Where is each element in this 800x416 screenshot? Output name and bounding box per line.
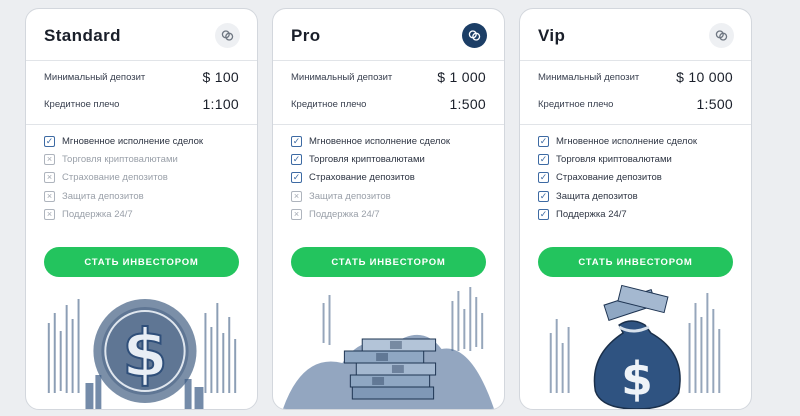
cross-icon: × [44, 172, 55, 184]
svg-text:$: $ [122, 316, 168, 392]
feature-label: Защита депозитов [62, 190, 144, 202]
feature-list: ✓ Мгновенное исполнение сделок × Торговля … [44, 132, 203, 223]
leverage-value: 1:500 [449, 96, 486, 112]
divider [273, 124, 504, 125]
leverage-row: Кредитное плечо 1:500 [291, 94, 486, 114]
feature-list: ✓ Мгновенное исполнение сделок ✓ Торговля … [291, 132, 450, 223]
become-investor-button[interactable]: СТАТЬ ИНВЕСТОРОМ [44, 247, 239, 277]
become-investor-button[interactable]: СТАТЬ ИНВЕСТОРОМ [291, 247, 486, 277]
min-deposit-row: Минимальный депозит $ 100 [44, 67, 239, 87]
plan-header: Vip [520, 9, 751, 61]
feature-item: × Поддержка 24/7 [291, 205, 450, 223]
feature-label: Страхование депозитов [62, 172, 168, 184]
link-rings-icon [215, 23, 240, 48]
plan-card-vip: Vip Минимальный депозит $ 10 000 Кредитн… [519, 8, 752, 410]
link-rings-icon [462, 23, 487, 48]
min-deposit-value: $ 1 000 [437, 69, 486, 85]
leverage-label: Кредитное плечо [291, 98, 367, 110]
feature-item: × Защита депозитов [291, 187, 450, 205]
feature-item: ✓ Поддержка 24/7 [538, 205, 697, 223]
feature-label: Мгновенное исполнение сделок [62, 135, 204, 147]
cross-icon: × [44, 208, 55, 220]
divider [26, 124, 257, 125]
feature-item: ✓ Торговля криптовалютами [538, 150, 697, 168]
cross-icon: × [291, 208, 302, 220]
plan-name: Pro [291, 26, 321, 45]
feature-item: ✓ Защита депозитов [538, 187, 697, 205]
check-icon: ✓ [291, 135, 302, 147]
check-icon: ✓ [538, 172, 549, 184]
feature-label: Поддержка 24/7 [62, 208, 133, 220]
feature-label: Мгновенное исполнение сделок [556, 135, 698, 147]
link-rings-icon [709, 23, 734, 48]
feature-label: Торговля криптовалютами [556, 153, 672, 165]
plan-header: Standard [26, 9, 257, 61]
cash-stacks-illustration [273, 283, 504, 409]
plan-header: Pro [273, 9, 504, 61]
leverage-label: Кредитное плечо [538, 98, 614, 110]
cross-icon: × [44, 153, 55, 165]
feature-item: × Торговля криптовалютами [44, 150, 203, 168]
plan-card-standard: Standard Минимальный депозит $ 100 Креди… [25, 8, 258, 410]
feature-item: ✓ Мгновенное исполнение сделок [538, 132, 697, 150]
check-icon: ✓ [538, 135, 549, 147]
feature-item: × Защита депозитов [44, 187, 203, 205]
divider [520, 124, 751, 125]
feature-item: ✓ Страхование депозитов [291, 169, 450, 187]
feature-item: ✓ Торговля криптовалютами [291, 150, 450, 168]
min-deposit-row: Минимальный депозит $ 1 000 [291, 67, 486, 87]
min-deposit-row: Минимальный депозит $ 10 000 [538, 67, 733, 87]
plan-card-pro: Pro Минимальный депозит $ 1 000 Кредитно… [272, 8, 505, 410]
plan-name: Vip [538, 26, 566, 45]
min-deposit-value: $ 100 [202, 69, 239, 85]
check-icon: ✓ [291, 172, 302, 184]
become-investor-button[interactable]: СТАТЬ ИНВЕСТОРОМ [538, 247, 733, 277]
feature-label: Страхование депозитов [309, 172, 415, 184]
feature-item: ✓ Страхование депозитов [538, 169, 697, 187]
cross-icon: × [291, 190, 302, 202]
feature-item: × Страхование депозитов [44, 169, 203, 187]
svg-text:$: $ [621, 352, 653, 406]
check-icon: ✓ [538, 153, 549, 165]
feature-label: Торговля криптовалютами [309, 153, 425, 165]
plan-name: Standard [44, 26, 121, 45]
leverage-row: Кредитное плечо 1:500 [538, 94, 733, 114]
feature-item: ✓ Мгновенное исполнение сделок [44, 132, 203, 150]
min-deposit-value: $ 10 000 [676, 69, 733, 85]
check-icon: ✓ [538, 208, 549, 220]
feature-label: Страхование депозитов [556, 172, 662, 184]
leverage-value: 1:500 [696, 96, 733, 112]
check-icon: ✓ [291, 153, 302, 165]
check-icon: ✓ [538, 190, 549, 202]
min-deposit-label: Минимальный депозит [291, 71, 393, 83]
feature-label: Мгновенное исполнение сделок [309, 135, 451, 147]
min-deposit-label: Минимальный депозит [44, 71, 146, 83]
feature-item: ✓ Мгновенное исполнение сделок [291, 132, 450, 150]
feature-label: Поддержка 24/7 [309, 208, 380, 220]
feature-list: ✓ Мгновенное исполнение сделок ✓ Торговля … [538, 132, 697, 223]
cross-icon: × [44, 190, 55, 202]
leverage-value: 1:100 [202, 96, 239, 112]
min-deposit-label: Минимальный депозит [538, 71, 640, 83]
feature-label: Защита депозитов [556, 190, 638, 202]
feature-label: Защита депозитов [309, 190, 391, 202]
leverage-row: Кредитное плечо 1:100 [44, 94, 239, 114]
feature-label: Поддержка 24/7 [556, 208, 627, 220]
feature-label: Торговля криптовалютами [62, 153, 178, 165]
money-bag-illustration: $ [520, 283, 751, 409]
leverage-label: Кредитное плечо [44, 98, 120, 110]
check-icon: ✓ [44, 135, 55, 147]
dollar-coin-illustration: $ [26, 283, 257, 409]
feature-item: × Поддержка 24/7 [44, 205, 203, 223]
